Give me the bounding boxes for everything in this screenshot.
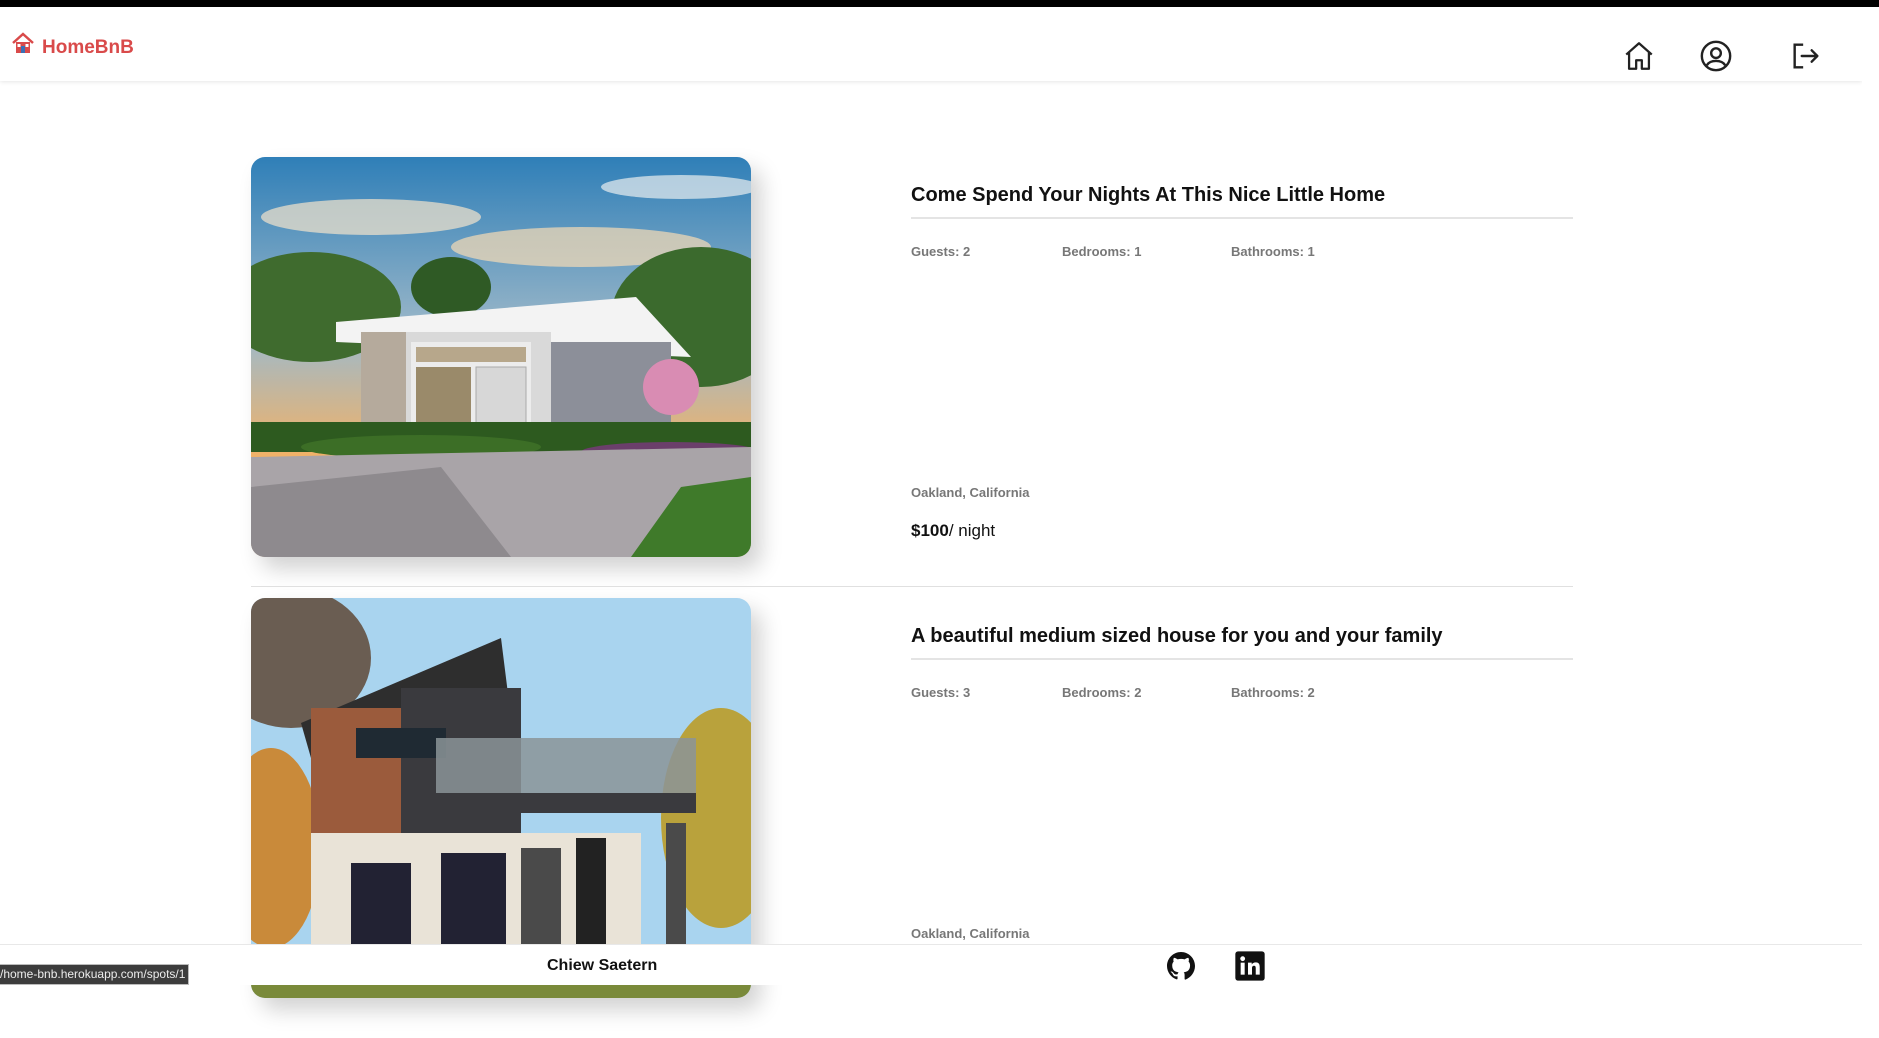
github-icon[interactable]: [1165, 950, 1197, 982]
price-unit: / night: [948, 521, 996, 540]
listing-title[interactable]: Come Spend Your Nights At This Nice Litt…: [911, 184, 1385, 207]
listing-photo-modern-house[interactable]: [251, 598, 751, 998]
home-nav-icon[interactable]: [1622, 39, 1656, 73]
brand-logo-link[interactable]: HomeBnB: [10, 29, 134, 59]
listing-photo-small-house[interactable]: [251, 157, 751, 557]
brand-name: HomeBnB: [42, 37, 134, 58]
title-divider: [911, 217, 1573, 219]
title-divider: [911, 658, 1573, 660]
listing-price: $100/ night: [911, 521, 995, 541]
bedrooms-count: Bedrooms: 1: [1062, 244, 1142, 259]
listing-card[interactable]: Come Spend Your Nights At This Nice Litt…: [0, 157, 1862, 597]
window-top-strip: [0, 0, 1879, 7]
logout-nav-icon[interactable]: [1789, 39, 1823, 73]
bathrooms-count: Bathrooms: 2: [1231, 685, 1315, 700]
bedrooms-count: Bedrooms: 2: [1062, 685, 1142, 700]
profile-nav-icon[interactable]: [1699, 39, 1733, 73]
house-logo-icon: [12, 32, 34, 53]
page-scrollbar[interactable]: [1862, 7, 1879, 984]
guests-count: Guests: 3: [911, 685, 971, 700]
guests-count: Guests: 2: [911, 244, 971, 259]
price-value: $100: [911, 521, 949, 540]
listing-title[interactable]: A beautiful medium sized house for you a…: [911, 625, 1443, 648]
footer: Chiew Saetern: [0, 944, 1862, 985]
listing-location: Oakland, California: [911, 926, 1030, 941]
navbar: HomeBnB: [0, 7, 1862, 81]
listing-location: Oakland, California: [911, 485, 1030, 500]
author-name: Chiew Saetern: [547, 957, 658, 974]
status-bar-url: /home-bnb.herokuapp.com/spots/1: [0, 964, 190, 985]
listing-divider: [251, 586, 1573, 587]
linkedin-icon[interactable]: [1234, 950, 1266, 982]
bathrooms-count: Bathrooms: 1: [1231, 244, 1315, 259]
